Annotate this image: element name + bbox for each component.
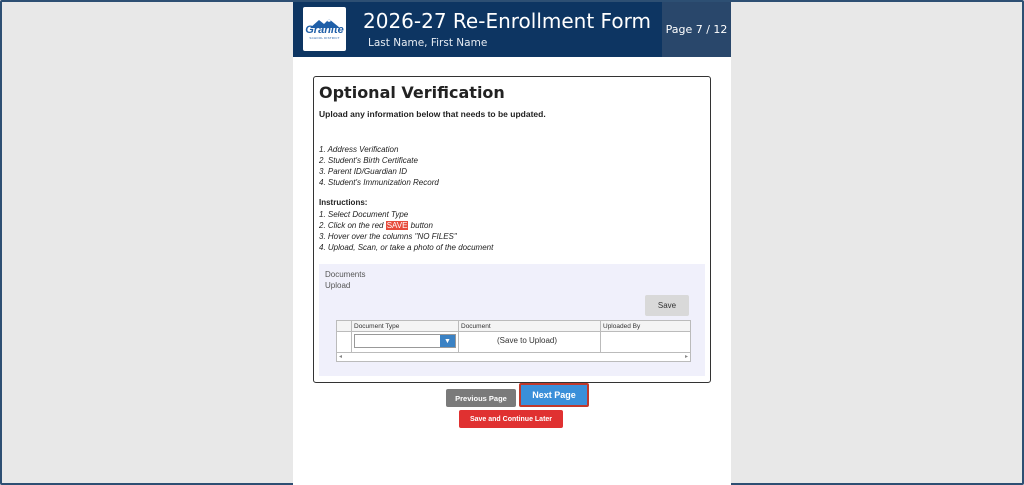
save-to-upload-text: (Save to Upload)	[497, 336, 558, 345]
page-indicator: Page 7 / 12	[662, 2, 731, 57]
step2-prefix: 2. Click on the red	[319, 221, 386, 230]
instruction-step: 2. Click on the red SAVE button	[319, 220, 493, 231]
logo-subtext: SCHOOL DISTRICT	[309, 36, 340, 40]
form-page: Granite SCHOOL DISTRICT 2026-27 Re-Enrol…	[293, 2, 731, 485]
documents-label: Documents Upload	[325, 270, 366, 290]
district-logo: Granite SCHOOL DISTRICT	[303, 7, 346, 51]
previous-page-button[interactable]: Previous Page	[446, 389, 516, 407]
list-item: 4. Student's Immunization Record	[319, 178, 439, 187]
form-title: 2026-27 Re-Enrollment Form	[363, 9, 651, 33]
form-header: Granite SCHOOL DISTRICT 2026-27 Re-Enrol…	[293, 2, 731, 57]
documents-table: Document Type Document Uploaded By ▼ (Sa…	[336, 320, 691, 362]
list-item: 2. Student's Birth Certificate	[319, 156, 418, 165]
scroll-right-icon[interactable]: ▸	[685, 353, 688, 360]
chevron-down-icon[interactable]: ▼	[440, 335, 455, 347]
instructions-title: Instructions:	[319, 198, 368, 207]
section-intro: Upload any information below that needs …	[319, 109, 546, 119]
documents-upload-panel: Documents Upload Save Document Type Docu…	[319, 264, 705, 376]
save-button[interactable]: Save	[645, 295, 689, 316]
column-header: Document	[461, 323, 491, 330]
instructions-list: 1. Select Document Type 2. Click on the …	[319, 209, 493, 253]
column-header: Document Type	[354, 323, 400, 330]
instruction-step: 3. Hover over the columns "NO FILES"	[319, 232, 457, 241]
next-page-button[interactable]: Next Page	[519, 383, 589, 407]
student-name: Last Name, First Name	[368, 37, 488, 49]
save-continue-later-button[interactable]: Save and Continue Later	[459, 410, 563, 428]
instruction-step: 1. Select Document Type	[319, 210, 409, 219]
document-type-select[interactable]: ▼	[354, 334, 456, 348]
list-item: 3. Parent ID/Guardian ID	[319, 167, 408, 176]
column-header: Uploaded By	[603, 323, 641, 330]
logo-text: Granite	[305, 24, 344, 36]
list-item: 1. Address Verification	[319, 145, 399, 154]
instruction-step: 4. Upload, Scan, or take a photo of the …	[319, 243, 494, 252]
save-highlight: SAVE	[385, 221, 409, 230]
step2-suffix: button	[408, 221, 433, 230]
scroll-left-icon[interactable]: ◂	[339, 353, 342, 360]
document-list: 1. Address Verification 2. Student's Bir…	[319, 144, 439, 188]
section-heading: Optional Verification	[319, 83, 505, 102]
verification-card: Optional Verification Upload any informa…	[313, 76, 711, 383]
